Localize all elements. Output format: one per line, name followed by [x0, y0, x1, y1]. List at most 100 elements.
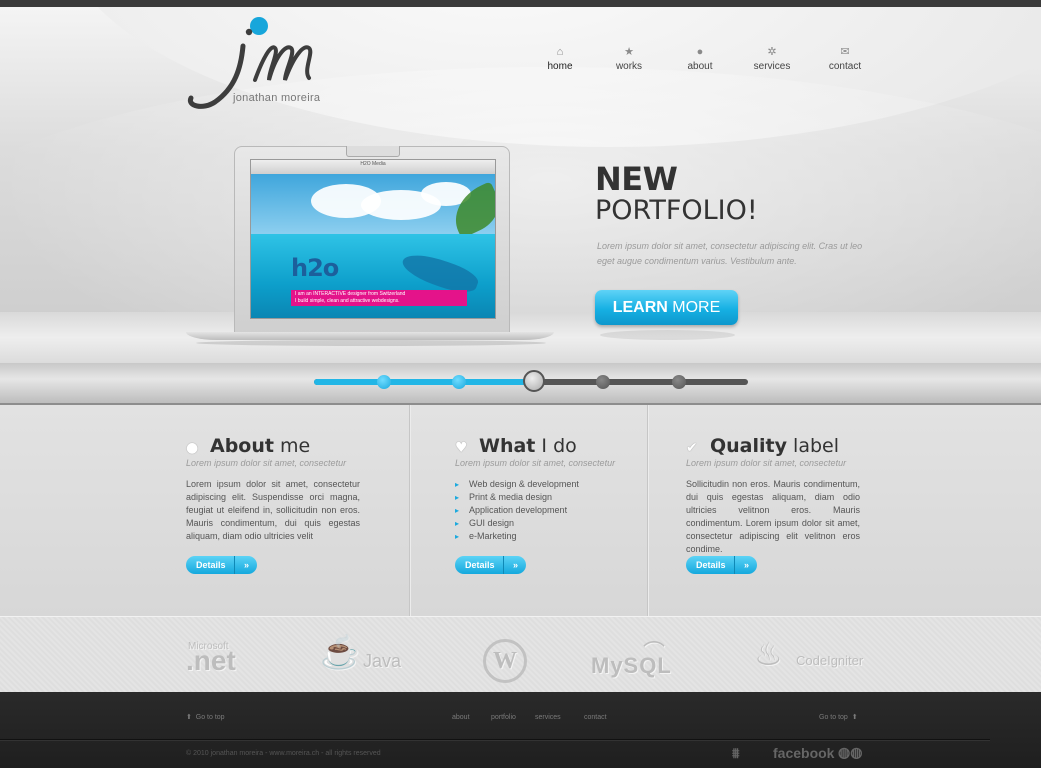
footer-link-services[interactable]: services [535, 714, 561, 721]
hero-headline-bold: NEW [595, 160, 678, 198]
nav-label: about [687, 61, 713, 72]
flame-icon: ♨ [754, 636, 783, 672]
button-label: Details [465, 560, 495, 570]
list-item: e-Marketing [455, 530, 579, 543]
slide-dot-4[interactable] [596, 375, 610, 389]
dotnet-logo: .net [186, 645, 236, 676]
screen-banner: I am an INTERACTIVE designer from Switze… [291, 290, 467, 306]
nav-works[interactable]: ★ works [611, 45, 647, 72]
button-label: Details [196, 560, 226, 570]
footer-divider [0, 739, 990, 740]
double-arrow-icon: » [234, 556, 258, 574]
learn-more-regular: MORE [667, 299, 721, 316]
hero-headline: PORTFOLIO! [595, 195, 758, 226]
what-title: ♥ What I do [455, 435, 577, 457]
go-top-left[interactable]: ⬆ Go to top [186, 713, 225, 721]
column-divider [647, 405, 648, 616]
go-top-label: Go to top [195, 714, 225, 721]
slider-progress [314, 379, 532, 385]
java-logo: Java [363, 651, 402, 671]
user-icon: ● [696, 46, 704, 58]
about-text: Lorem ipsum dolor sit amet, consectetur … [186, 479, 360, 541]
nav-contact[interactable]: ✉ contact [825, 45, 865, 72]
dolphin-icon: ⌒ [643, 640, 666, 665]
laptop-showcase[interactable]: H2O Media h2o I am an INTERACTIVE design… [186, 146, 554, 346]
footer-link-portfolio[interactable]: portfolio [491, 714, 516, 721]
footer-link-contact[interactable]: contact [584, 714, 607, 721]
delicious-icon[interactable]: ⩩ [732, 745, 739, 762]
title-bold: About [210, 435, 274, 457]
double-arrow-icon: » [734, 556, 758, 574]
what-section: ♥ What I do Lorem ipsum dolor sit amet, c… [455, 405, 631, 616]
go-top-right[interactable]: Go to top ⬆ [819, 713, 858, 721]
quality-details-button[interactable]: Details » [686, 556, 757, 574]
logo-name: jonathan moreira [233, 92, 321, 104]
list-item: GUI design [455, 517, 579, 530]
learn-more-bold: LEARN [612, 299, 668, 316]
quality-text: Sollicitudin non eros. Mauris condimentu… [686, 479, 860, 554]
gear-icon: ✲ [767, 46, 777, 58]
nav-label: works [615, 61, 643, 72]
laptop-base [186, 332, 554, 340]
title-rest: I do [535, 435, 577, 457]
banner-line: I am an INTERACTIVE designer from Switze… [295, 291, 406, 297]
about-title: ● About me [186, 435, 310, 457]
list-item: Web design & development [455, 478, 579, 491]
wordpress-logo: W [483, 639, 527, 683]
list-item: Application development [455, 504, 579, 517]
facebook-link[interactable]: facebook [773, 745, 834, 761]
heart-icon: ♥ [455, 440, 468, 456]
what-details-button[interactable]: Details » [455, 556, 526, 574]
slide-dot-1[interactable] [377, 375, 391, 389]
footer-link-about[interactable]: about [452, 714, 470, 721]
laptop-shadow [196, 340, 546, 346]
quality-subtitle: Lorem ipsum dolor sit amet, consectetur [686, 458, 847, 468]
slider-handle[interactable] [523, 370, 545, 392]
nav-label: home [547, 61, 573, 72]
banner-line: I build simple, clean and attractive web… [295, 298, 400, 304]
column-divider [409, 405, 410, 616]
about-details-button[interactable]: Details » [186, 556, 257, 574]
copyright: © 2010 jonathan moreira - www.moreira.ch… [186, 750, 381, 757]
quality-section: ✔ Quality label Lorem ipsum dolor sit ame… [686, 405, 862, 616]
title-bold: What [479, 435, 536, 457]
top-bar [0, 0, 1041, 13]
services-list: Web design & development Print & media d… [455, 478, 579, 543]
nav-about[interactable]: ● about [682, 45, 718, 72]
codeigniter-logo: CodeIgniter [796, 653, 864, 668]
nav-services[interactable]: ✲ services [750, 45, 794, 72]
slide-dot-2[interactable] [452, 375, 466, 389]
arrow-up-icon: ⬆ [186, 714, 192, 721]
quality-title: ✔ Quality label [686, 435, 839, 457]
laptop-camera [346, 146, 400, 157]
star-icon: ★ [624, 46, 634, 58]
go-top-label: Go to top [819, 714, 848, 721]
checkmark-icon: ✔ [686, 440, 698, 456]
about-section: ● About me Lorem ipsum dolor sit amet, co… [186, 405, 362, 616]
browser-chrome: H2O Media [251, 160, 495, 174]
title-bold: Quality [710, 435, 787, 457]
flickr-icon[interactable]: ◍◍ [838, 744, 862, 761]
title-rest: label [787, 435, 839, 457]
list-item: Print & media design [455, 491, 579, 504]
hero-paragraph: Lorem ipsum dolor sit amet, consectetur … [597, 241, 863, 266]
about-subtitle: Lorem ipsum dolor sit amet, consectetur [186, 458, 347, 468]
nav-label: services [753, 61, 791, 72]
java-cup-icon: ☕ [320, 634, 360, 670]
slide-dot-5[interactable] [672, 375, 686, 389]
screen-logo: h2o [291, 254, 339, 282]
what-subtitle: Lorem ipsum dolor sit amet, consectetur [455, 458, 616, 468]
technology-logos: Microsoft .net ☕ Java W MySQL ⌒ ♨ CodeIg… [0, 616, 1041, 693]
footer [0, 692, 1041, 768]
nav-label: contact [828, 61, 862, 72]
title-rest: me [273, 435, 311, 457]
button-label: Details [696, 560, 726, 570]
arrow-up-icon: ⬆ [851, 714, 858, 721]
home-icon: ⌂ [556, 46, 564, 58]
laptop-screen: H2O Media h2o I am an INTERACTIVE design… [250, 159, 496, 319]
learn-more-button[interactable]: LEARN MORE [595, 290, 738, 325]
envelope-icon: ✉ [840, 46, 850, 58]
button-shadow [600, 330, 735, 340]
user-icon: ● [186, 440, 199, 456]
nav-home[interactable]: ⌂ home [542, 45, 578, 72]
